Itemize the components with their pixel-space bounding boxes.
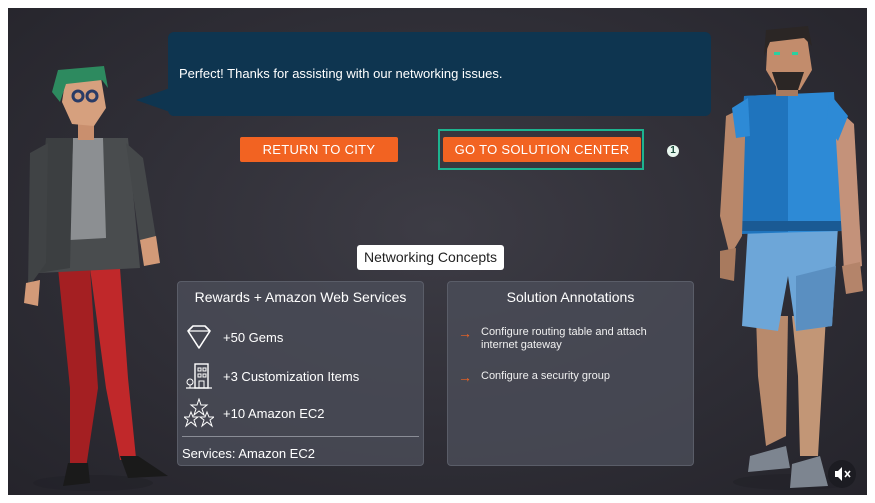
annotation-item: → Configure a security group (458, 370, 685, 386)
rewards-divider (182, 436, 419, 437)
game-scene: Perfect! Thanks for assisting with our n… (8, 8, 867, 495)
reward-row-ec2: +10 Amazon EC2 (178, 398, 423, 428)
reward-row-gems: +50 Gems (178, 322, 423, 352)
rewards-panel-title: Rewards + Amazon Web Services (194, 289, 407, 305)
speech-bubble: Perfect! Thanks for assisting with our n… (168, 32, 711, 116)
male-character (720, 26, 863, 490)
arrow-right-icon: → (458, 369, 472, 385)
step-number-badge: 1 (667, 145, 679, 157)
annotation-text: Configure routing table and attach inter… (481, 326, 647, 351)
building-icon (186, 363, 212, 389)
services-label: Services: Amazon EC2 (182, 446, 315, 461)
solution-annotations-panel: Solution Annotations → Configure routing… (447, 281, 694, 466)
annotations-panel-title: Solution Annotations (506, 289, 635, 305)
speaker-muted-icon (835, 467, 851, 481)
go-to-solution-center-button[interactable]: GO TO SOLUTION CENTER (443, 137, 641, 162)
mute-button[interactable] (828, 460, 856, 488)
arrow-right-icon: → (458, 325, 472, 341)
rewards-panel: Rewards + Amazon Web Services +50 Gems +… (177, 281, 424, 466)
reward-label: +10 Amazon EC2 (223, 406, 325, 421)
networking-concepts-label: Networking Concepts (357, 245, 505, 270)
return-to-city-button[interactable]: RETURN TO CITY (240, 137, 398, 162)
speech-bubble-tail (136, 88, 170, 112)
reward-label: +50 Gems (223, 330, 284, 345)
dialog-message: Perfect! Thanks for assisting with our n… (179, 66, 503, 81)
reward-label: +3 Customization Items (223, 369, 360, 384)
annotation-text: Configure a security group (481, 370, 611, 382)
reward-row-customization: +3 Customization Items (178, 361, 423, 391)
stars-icon (184, 398, 214, 428)
annotation-item: → Configure routing table and attach int… (458, 326, 685, 354)
female-character (24, 66, 168, 491)
gem-icon (187, 325, 211, 349)
